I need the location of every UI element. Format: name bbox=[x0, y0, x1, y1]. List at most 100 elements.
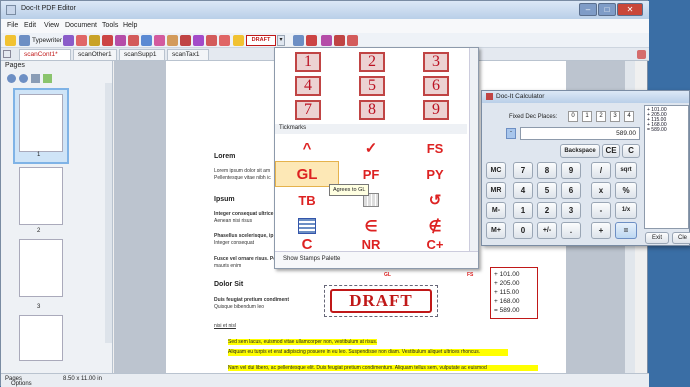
key-2[interactable]: 2 bbox=[537, 202, 557, 219]
mr-button[interactable]: MR bbox=[486, 182, 506, 199]
clear-tape-button[interactable]: Cle bbox=[672, 232, 690, 244]
draft-stamp-annotation[interactable]: DRAFT bbox=[330, 289, 432, 313]
menu-tools[interactable]: Tools bbox=[102, 22, 118, 29]
c-button[interactable]: C bbox=[622, 144, 640, 158]
divide-button[interactable]: / bbox=[591, 162, 611, 179]
dec-places-3[interactable]: 3 bbox=[610, 111, 620, 122]
stamp-py[interactable]: PY bbox=[403, 161, 467, 187]
extract-icon[interactable] bbox=[43, 74, 52, 83]
pencil-tool-icon[interactable] bbox=[206, 35, 217, 46]
textbox-tool-icon[interactable] bbox=[63, 35, 74, 46]
calc-tool-icon[interactable] bbox=[334, 35, 345, 46]
mc-button[interactable]: MC bbox=[486, 162, 506, 179]
stamp-digit-2-cell[interactable]: 2 bbox=[359, 52, 385, 72]
draft-stamp-selection[interactable]: DRAFT bbox=[324, 285, 438, 317]
typewriter-icon[interactable] bbox=[19, 35, 30, 46]
stamp-table-icon[interactable] bbox=[275, 213, 339, 239]
stamp-digit-8-cell[interactable]: 8 bbox=[359, 100, 385, 120]
percent-button[interactable]: % bbox=[615, 182, 637, 199]
dec-places-4[interactable]: 4 bbox=[624, 111, 634, 122]
eraser-tool-icon[interactable] bbox=[219, 35, 230, 46]
stamp-digit-3-cell[interactable]: 3 bbox=[423, 52, 449, 72]
stamp-digit-9[interactable]: 9 bbox=[423, 100, 449, 120]
strikeout-tool-icon[interactable] bbox=[102, 35, 113, 46]
attach-tool-icon[interactable] bbox=[293, 35, 304, 46]
stamp-digit-3[interactable]: 3 bbox=[423, 52, 449, 72]
stamp-digit-7[interactable]: 7 bbox=[295, 100, 321, 120]
thumbnail-page-1[interactable] bbox=[13, 88, 69, 164]
settings-tool-icon[interactable] bbox=[347, 35, 358, 46]
add-button[interactable]: + bbox=[591, 222, 611, 239]
zoom-out-icon[interactable] bbox=[19, 74, 28, 83]
zoom-in-icon[interactable] bbox=[7, 74, 16, 83]
rotate-icon[interactable] bbox=[31, 74, 40, 83]
stamp-element-of[interactable]: ∈ bbox=[339, 213, 403, 239]
key-6[interactable]: 6 bbox=[561, 182, 581, 199]
m-minus-button[interactable]: M- bbox=[486, 202, 506, 219]
key-3[interactable]: 3 bbox=[561, 202, 581, 219]
tab-scantax1[interactable]: scanTax1 bbox=[167, 49, 209, 61]
stamp-digit-5[interactable]: 5 bbox=[359, 76, 385, 96]
dec-places-0[interactable]: 0 bbox=[568, 111, 578, 122]
highlight-tool-icon[interactable] bbox=[76, 35, 87, 46]
thumbnail-page-2[interactable] bbox=[19, 167, 63, 225]
minimize-button[interactable]: – bbox=[579, 3, 597, 16]
stamp-fs-on-page[interactable]: FS bbox=[467, 272, 473, 278]
cloud-tool-icon[interactable] bbox=[180, 35, 191, 46]
draft-stamp-button[interactable]: DRAFT bbox=[246, 35, 276, 46]
multiply-button[interactable]: x bbox=[591, 182, 611, 199]
stamp-not-element-of[interactable]: ∉ bbox=[403, 213, 467, 239]
tab-scanother1[interactable]: scanOther1 bbox=[73, 49, 117, 61]
sqrt-button[interactable]: sqrt bbox=[615, 162, 637, 179]
thumbnail-page-4[interactable] bbox=[19, 315, 63, 361]
dec-places-1[interactable]: 1 bbox=[582, 111, 592, 122]
key-0[interactable]: 0 bbox=[513, 222, 533, 239]
key-5[interactable]: 5 bbox=[537, 182, 557, 199]
close-tab-icon[interactable] bbox=[637, 50, 646, 59]
reciprocal-button[interactable]: 1/x bbox=[615, 202, 637, 219]
options-menu[interactable]: Options bbox=[9, 381, 34, 387]
arrow-tool-icon[interactable] bbox=[115, 35, 126, 46]
thumbnail-page-3[interactable] bbox=[19, 239, 63, 297]
stamp-digit-1-cell[interactable]: 1 bbox=[295, 52, 321, 72]
line-tool-icon[interactable] bbox=[128, 35, 139, 46]
polyline-tool-icon[interactable] bbox=[193, 35, 204, 46]
stamp-digit-8[interactable]: 8 bbox=[359, 100, 385, 120]
decimal-button[interactable]: . bbox=[561, 222, 581, 239]
calculator-display[interactable]: 589.00 bbox=[520, 127, 640, 140]
menu-edit[interactable]: Edit bbox=[24, 22, 36, 29]
menu-help[interactable]: Help bbox=[123, 22, 137, 29]
equals-button[interactable]: = bbox=[615, 222, 637, 239]
stamp-digit-6[interactable]: 6 bbox=[423, 76, 449, 96]
stamp-digit-4[interactable]: 4 bbox=[295, 76, 321, 96]
polygon-tool-icon[interactable] bbox=[167, 35, 178, 46]
rectangle-tool-icon[interactable] bbox=[141, 35, 152, 46]
key-1[interactable]: 1 bbox=[513, 202, 533, 219]
key-8[interactable]: 8 bbox=[537, 162, 557, 179]
stamp-digit-7-cell[interactable]: 7 bbox=[295, 100, 321, 120]
stamp-checkmark[interactable]: ✓ bbox=[339, 135, 403, 161]
typewriter-label[interactable]: Typewriter bbox=[32, 37, 62, 44]
stamp-tool-icon[interactable] bbox=[233, 35, 244, 46]
close-button[interactable]: ✕ bbox=[617, 3, 643, 16]
underline-tool-icon[interactable] bbox=[89, 35, 100, 46]
measure-tool-icon[interactable] bbox=[321, 35, 332, 46]
subtract-button[interactable]: - bbox=[591, 202, 611, 219]
stamp-c[interactable]: C bbox=[275, 237, 339, 251]
comment-tool-icon[interactable] bbox=[5, 35, 16, 46]
stamp-nr[interactable]: NR bbox=[339, 237, 403, 251]
stamp-digit-2[interactable]: 2 bbox=[359, 52, 385, 72]
stamp-digit-6-cell[interactable]: 6 bbox=[423, 76, 449, 96]
pages-scrollbar[interactable] bbox=[105, 83, 112, 343]
stamp-recalc[interactable]: ↺ bbox=[403, 187, 467, 213]
ellipse-tool-icon[interactable] bbox=[154, 35, 165, 46]
backspace-button[interactable]: Backspace bbox=[560, 144, 600, 158]
ce-button[interactable]: CE bbox=[602, 144, 620, 158]
stamp-c-plus[interactable]: C+ bbox=[403, 237, 467, 251]
menu-document[interactable]: Document bbox=[65, 22, 97, 29]
menu-view[interactable]: View bbox=[44, 22, 59, 29]
stamp-caret[interactable]: ^ bbox=[275, 135, 339, 161]
calculator-tape-annotation[interactable]: + 101.00 + 205.00 + 115.00 + 168.00 = 58… bbox=[490, 267, 538, 319]
stamp-fs[interactable]: FS bbox=[403, 135, 467, 161]
stamp-gl-on-page[interactable]: GL bbox=[384, 272, 391, 278]
